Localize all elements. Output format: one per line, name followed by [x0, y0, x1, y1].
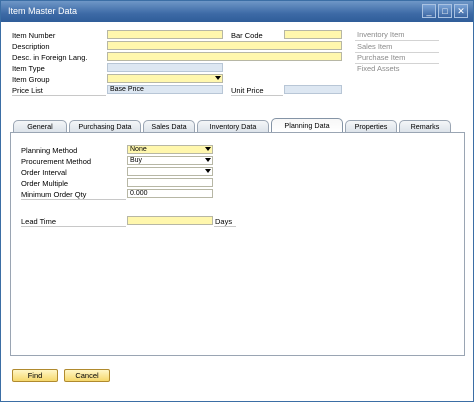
planning-method-label: Planning Method	[21, 146, 78, 155]
description-label: Description	[12, 42, 50, 51]
foreign-description-label: Desc. in Foreign Lang.	[12, 53, 88, 62]
maximize-button[interactable]: □	[438, 4, 452, 18]
item-type-label: Item Type	[12, 64, 45, 73]
tab-inventory-data[interactable]: Inventory Data	[197, 120, 269, 132]
divider	[231, 95, 283, 96]
planning-method-dropdown[interactable]: None	[127, 145, 213, 154]
price-list-field[interactable]: Base Price	[107, 85, 223, 94]
window-title: Item Master Data	[8, 6, 78, 16]
tab-bar: General Purchasing Data Sales Data Inven…	[10, 118, 464, 132]
tab-remarks[interactable]: Remarks	[399, 120, 451, 132]
item-number-label: Item Number	[12, 31, 56, 40]
fixed-assets-option[interactable]: Fixed Assets	[357, 64, 400, 73]
bar-code-field[interactable]	[284, 30, 342, 39]
tab-purchasing-data[interactable]: Purchasing Data	[69, 120, 141, 132]
tab-properties[interactable]: Properties	[345, 120, 397, 132]
divider	[355, 40, 439, 41]
bar-code-label: Bar Code	[231, 31, 263, 40]
chevron-down-icon	[205, 169, 211, 173]
title-bar[interactable]: Item Master Data _ □ ✕	[1, 1, 473, 22]
minimize-button[interactable]: _	[422, 4, 436, 18]
divider	[214, 226, 236, 227]
lead-time-label: Lead Time	[21, 217, 57, 226]
tab-general[interactable]: General	[13, 120, 67, 132]
order-multiple-field[interactable]	[127, 178, 213, 187]
item-master-data-window: Item Master Data _ □ ✕ Item Number Bar C…	[0, 0, 474, 402]
order-interval-dropdown[interactable]	[127, 167, 213, 176]
chevron-down-icon	[215, 76, 221, 80]
cancel-button[interactable]: Cancel	[64, 369, 110, 382]
planning-method-value: None	[130, 146, 147, 153]
divider	[21, 226, 126, 227]
purchase-item-option[interactable]: Purchase Item	[357, 53, 405, 62]
tab-sales-data[interactable]: Sales Data	[143, 120, 195, 132]
item-number-field[interactable]	[107, 30, 223, 39]
procurement-method-label: Procurement Method	[21, 157, 92, 166]
minimum-order-qty-field[interactable]: 0.000	[127, 189, 213, 198]
procurement-method-value: Buy	[130, 157, 143, 164]
foreign-description-field[interactable]	[107, 52, 342, 61]
lead-time-unit: Days	[215, 217, 233, 226]
sales-item-option[interactable]: Sales Item	[357, 42, 392, 51]
find-button[interactable]: Find	[12, 369, 58, 382]
tab-planning-data[interactable]: Planning Data	[271, 118, 343, 132]
chevron-down-icon	[205, 158, 211, 162]
lead-time-field[interactable]	[127, 216, 213, 225]
inventory-item-option[interactable]: Inventory Item	[357, 30, 405, 39]
price-list-label: Price List	[12, 86, 43, 95]
divider	[12, 95, 106, 96]
description-field[interactable]	[107, 41, 342, 50]
close-button[interactable]: ✕	[454, 4, 468, 18]
unit-price-label: Unit Price	[231, 86, 264, 95]
order-interval-label: Order Interval	[21, 168, 67, 177]
divider	[21, 199, 126, 200]
item-type-field	[107, 63, 223, 72]
chevron-down-icon	[205, 147, 211, 151]
item-group-dropdown[interactable]	[107, 74, 223, 83]
item-group-label: Item Group	[12, 75, 50, 84]
order-multiple-label: Order Multiple	[21, 179, 69, 188]
procurement-method-dropdown[interactable]: Buy	[127, 156, 213, 165]
unit-price-field[interactable]	[284, 85, 342, 94]
minimum-order-qty-label: Minimum Order Qty	[21, 190, 87, 199]
